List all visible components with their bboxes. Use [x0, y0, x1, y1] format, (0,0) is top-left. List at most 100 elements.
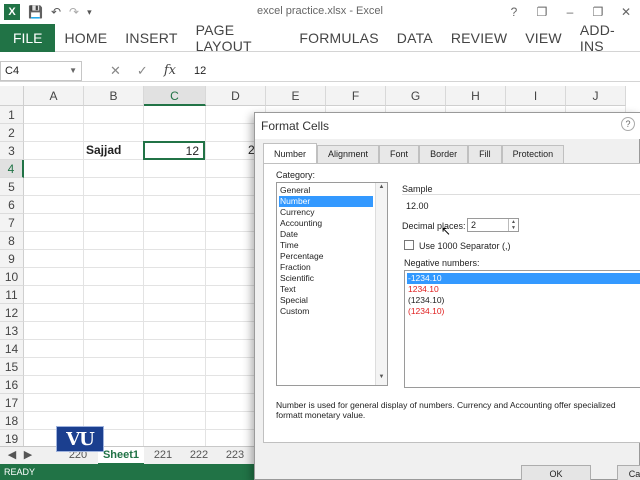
row-header-10[interactable]: 10: [0, 268, 24, 286]
row-header-16[interactable]: 16: [0, 376, 24, 394]
dialog-help-icon[interactable]: ?: [621, 117, 635, 131]
category-list[interactable]: General Number Currency Accounting Date …: [276, 182, 388, 386]
category-special[interactable]: Special: [279, 295, 373, 306]
cancel-entry-icon[interactable]: ✕: [110, 63, 121, 79]
formula-bar: C4 ▼ ✕ ✓ fx 12: [0, 60, 640, 82]
sheet-tab-221[interactable]: 221: [146, 447, 180, 465]
row-header-14[interactable]: 14: [0, 340, 24, 358]
dialog-title: Format Cells: [255, 113, 640, 139]
scroll-up-icon[interactable]: ▲: [376, 184, 387, 194]
tab-border[interactable]: Border: [419, 145, 469, 163]
thousand-separator-checkbox[interactable]: [404, 240, 414, 250]
tab-page-layout[interactable]: PAGE LAYOUT: [187, 22, 291, 54]
row-header-5[interactable]: 5: [0, 178, 24, 196]
column-header-b[interactable]: B: [84, 86, 144, 106]
tab-file[interactable]: FILE: [0, 23, 56, 52]
tab-protection[interactable]: Protection: [501, 145, 565, 163]
restore-icon[interactable]: ❐: [584, 5, 612, 19]
category-date[interactable]: Date: [279, 229, 373, 240]
tab-add-ins[interactable]: ADD-INS: [571, 22, 640, 54]
scroll-right-icon[interactable]: ▶: [22, 447, 34, 465]
category-currency[interactable]: Currency: [279, 207, 373, 218]
row-header-11[interactable]: 11: [0, 286, 24, 304]
category-description: Number is used for general display of nu…: [276, 400, 616, 420]
chevron-down-icon[interactable]: ▼: [69, 62, 77, 80]
active-cell-c4[interactable]: 12: [143, 141, 205, 160]
name-box[interactable]: C4 ▼: [0, 60, 82, 81]
column-header-d[interactable]: D: [206, 86, 266, 106]
sheet-tab-222[interactable]: 222: [182, 447, 216, 465]
row-header-1[interactable]: 1: [0, 106, 24, 124]
category-number[interactable]: Number: [279, 196, 373, 207]
category-time[interactable]: Time: [279, 240, 373, 251]
tab-review[interactable]: REVIEW: [442, 30, 516, 46]
category-scrollbar[interactable]: ▲ ▼: [375, 183, 387, 385]
sheet-tab-sheet1[interactable]: Sheet1: [98, 447, 144, 465]
grid-column-line: [83, 106, 84, 446]
negative-option-4[interactable]: (1234.10): [407, 306, 640, 317]
category-percentage[interactable]: Percentage: [279, 251, 373, 262]
row-header-6[interactable]: 6: [0, 196, 24, 214]
column-header-c[interactable]: C: [144, 86, 206, 106]
close-icon[interactable]: ✕: [612, 5, 640, 19]
formula-input[interactable]: 12: [194, 65, 206, 77]
row-header-7[interactable]: 7: [0, 214, 24, 232]
category-custom[interactable]: Custom: [279, 306, 373, 317]
insert-function-icon[interactable]: fx: [164, 63, 176, 78]
decimal-spinner[interactable]: ▲ ▼: [508, 219, 518, 231]
negative-numbers-list[interactable]: -1234.10 1234.10 (1234.10) (1234.10): [404, 270, 640, 388]
row-header-3[interactable]: 3: [0, 142, 24, 160]
decimal-places-input[interactable]: 2 ▲ ▼: [467, 218, 519, 232]
category-general[interactable]: General: [279, 185, 373, 196]
row-header-17[interactable]: 17: [0, 394, 24, 412]
tab-data[interactable]: DATA: [388, 30, 442, 46]
negative-option-1[interactable]: -1234.10: [407, 273, 640, 284]
tab-font[interactable]: Font: [379, 145, 420, 163]
column-header-h[interactable]: H: [446, 86, 506, 106]
tab-alignment[interactable]: Alignment: [317, 145, 380, 163]
tab-formulas[interactable]: FORMULAS: [290, 30, 387, 46]
negative-option-3[interactable]: (1234.10): [407, 295, 640, 306]
thousand-separator-label: Use 1000 Separator (,): [419, 241, 511, 251]
row-header-19[interactable]: 19: [0, 430, 24, 446]
column-header-i[interactable]: I: [506, 86, 566, 106]
dialog-tabs: Number Alignment Font Border Fill Protec…: [263, 143, 565, 163]
mouse-cursor-icon: ↖: [441, 224, 452, 238]
tab-view[interactable]: VIEW: [516, 30, 571, 46]
column-header-e[interactable]: E: [266, 86, 326, 106]
minimize-icon[interactable]: –: [556, 5, 584, 19]
column-header-a[interactable]: A: [24, 86, 84, 106]
ribbon-display-icon[interactable]: ❐: [528, 5, 556, 19]
tab-fill[interactable]: Fill: [468, 145, 502, 163]
negative-option-2[interactable]: 1234.10: [407, 284, 640, 295]
cancel-button[interactable]: Can: [617, 465, 640, 480]
tab-insert[interactable]: INSERT: [116, 30, 186, 46]
row-header-4[interactable]: 4: [0, 160, 24, 178]
ok-button[interactable]: OK: [521, 465, 591, 480]
confirm-entry-icon[interactable]: ✓: [137, 63, 148, 79]
scroll-down-icon[interactable]: ▼: [376, 374, 387, 384]
row-header-12[interactable]: 12: [0, 304, 24, 322]
row-header-18[interactable]: 18: [0, 412, 24, 430]
tab-home[interactable]: HOME: [55, 30, 116, 46]
row-header-2[interactable]: 2: [0, 124, 24, 142]
row-header-15[interactable]: 15: [0, 358, 24, 376]
name-box-value: C4: [5, 64, 20, 77]
category-accounting[interactable]: Accounting: [279, 218, 373, 229]
column-header-f[interactable]: F: [326, 86, 386, 106]
select-all-corner[interactable]: [0, 86, 24, 106]
help-icon[interactable]: ?: [500, 5, 528, 19]
category-label: Category:: [276, 170, 316, 180]
column-header-j[interactable]: J: [566, 86, 626, 106]
column-header-g[interactable]: G: [386, 86, 446, 106]
category-fraction[interactable]: Fraction: [279, 262, 373, 273]
category-scientific[interactable]: Scientific: [279, 273, 373, 284]
row-header-8[interactable]: 8: [0, 232, 24, 250]
row-header-9[interactable]: 9: [0, 250, 24, 268]
category-text[interactable]: Text: [279, 284, 373, 295]
tab-number[interactable]: Number: [263, 143, 318, 163]
scroll-left-icon[interactable]: ◀: [6, 447, 18, 465]
row-header-13[interactable]: 13: [0, 322, 24, 340]
cell-b4[interactable]: Sajjad: [86, 143, 121, 157]
sheet-tab-223[interactable]: 223: [218, 447, 252, 465]
